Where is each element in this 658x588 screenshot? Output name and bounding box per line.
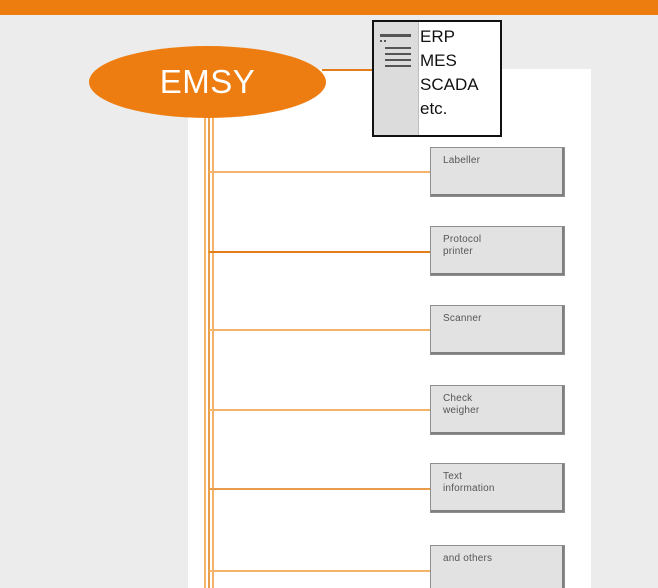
device-label-line-1: Text <box>443 471 463 482</box>
device-label-line-2: printer <box>443 246 473 257</box>
device-label-line-1: Scanner <box>443 313 482 324</box>
external-systems-labels: ERP MES SCADA etc. <box>420 25 479 121</box>
diagram-canvas: EMSY ERP MES SCADA etc. Labeller Protoco… <box>0 0 658 588</box>
device-box-scanner: Scanner <box>430 305 565 355</box>
external-systems-box: ERP MES SCADA etc. <box>372 20 502 137</box>
device-label-line-1: Labeller <box>443 155 481 166</box>
external-system-label-etc: etc. <box>420 99 448 118</box>
device-box-text-information: Text information <box>430 463 565 513</box>
external-system-label-scada: SCADA <box>420 75 479 94</box>
external-system-label-mes: MES <box>420 51 457 70</box>
device-box-labeller: Labeller <box>430 147 565 197</box>
device-label-line-2: information <box>443 483 495 494</box>
device-box-and-others: and others <box>430 545 565 588</box>
emsy-label: EMSY <box>159 63 256 100</box>
external-system-label-erp: ERP <box>420 27 455 46</box>
emsy-node: EMSY <box>89 46 326 118</box>
device-label-line-2: weigher <box>443 405 480 416</box>
device-box-check-weigher: Check weigher <box>430 385 565 435</box>
device-label-line-1: Check <box>443 393 473 404</box>
device-box-protocol-printer: Protocol printer <box>430 226 565 276</box>
document-list-icon <box>380 34 411 67</box>
device-label-line-1: Protocol <box>443 234 482 245</box>
external-systems-side-strip <box>374 22 419 135</box>
device-label-line-1: and others <box>443 553 493 564</box>
